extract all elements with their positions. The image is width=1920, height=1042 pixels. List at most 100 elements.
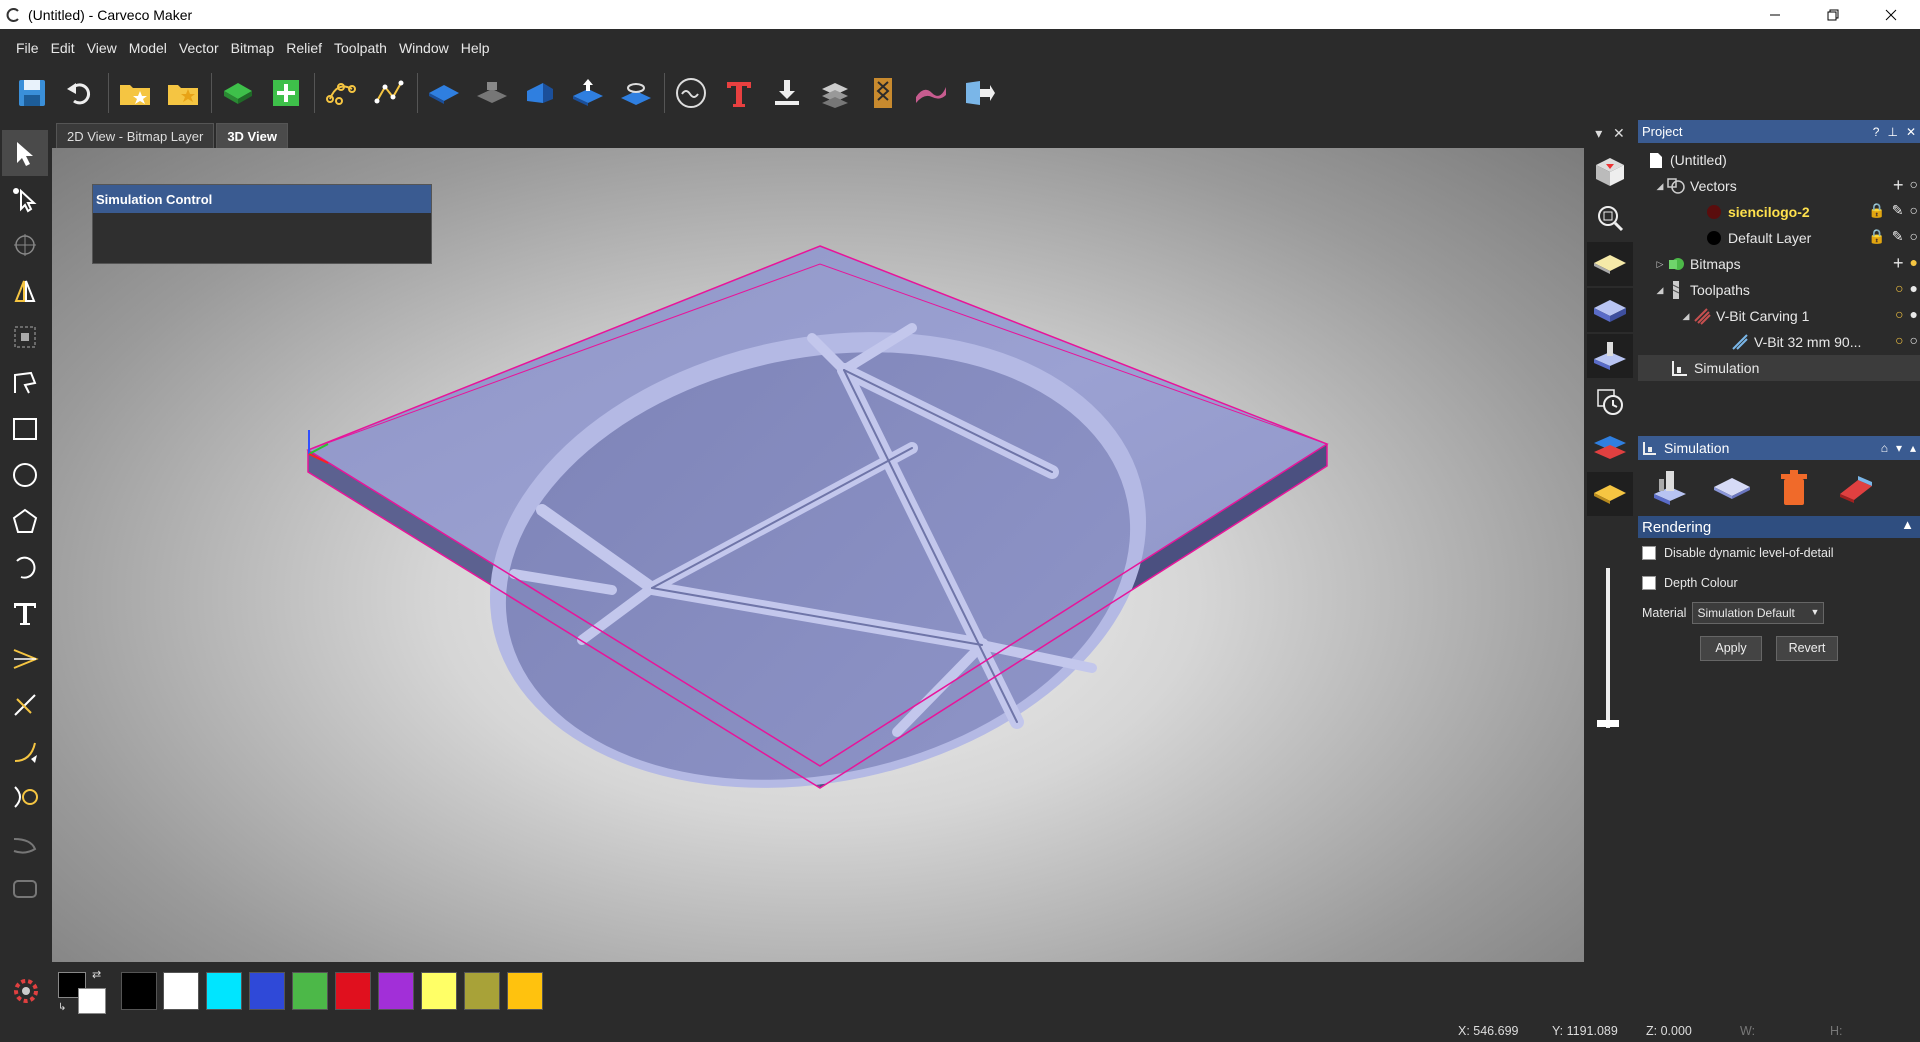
close-button[interactable]	[1862, 0, 1920, 29]
depth-colour-checkbox[interactable]	[1642, 576, 1656, 590]
visibility-bulb-icon[interactable]: ○	[1895, 306, 1903, 322]
expand-panel-icon[interactable]: ▴	[1910, 441, 1916, 455]
pin-icon[interactable]: ⊥	[1887, 125, 1897, 139]
restore-button[interactable]	[1804, 0, 1862, 29]
expand-arrow-icon[interactable]: ◢	[1654, 181, 1666, 192]
menu-toolpath[interactable]: Toolpath	[328, 40, 393, 56]
menu-file[interactable]: File	[10, 40, 45, 56]
disable-lod-row[interactable]: Disable dynamic level-of-detail	[1638, 538, 1920, 568]
menu-model[interactable]: Model	[123, 40, 173, 56]
fillet-tool-button[interactable]	[2, 728, 48, 774]
relief-plane-button[interactable]	[424, 71, 464, 115]
tree-item-simulation[interactable]: Simulation	[1638, 355, 1920, 381]
lock-icon[interactable]: 🔒	[1868, 202, 1885, 219]
mirror-tool-button[interactable]	[2, 268, 48, 314]
open-favorite-folder-button[interactable]	[115, 71, 155, 115]
tree-item-v-bit-carving-1[interactable]: ◢ V-Bit Carving 1 ○ ●	[1638, 303, 1920, 329]
toolpath-calc-button[interactable]	[671, 71, 711, 115]
visibility-bulb-icon[interactable]: ○	[1910, 202, 1918, 219]
tree-item-toolpaths[interactable]: ◢ Toolpaths ○ ●	[1638, 277, 1920, 303]
menu-help[interactable]: Help	[455, 40, 496, 56]
relief-layer-button[interactable]	[472, 71, 512, 115]
reset-colors-icon[interactable]: ↳	[58, 1002, 66, 1013]
swatch-blue[interactable]	[249, 972, 285, 1010]
visibility-bulb-icon[interactable]: ○	[1910, 176, 1918, 194]
apply-button[interactable]: Apply	[1700, 635, 1762, 661]
curve-tool-button[interactable]	[2, 820, 48, 866]
view-toolpath-block-button[interactable]	[1587, 334, 1633, 378]
palette-settings-button[interactable]	[8, 972, 44, 1010]
swatch-cyan[interactable]	[206, 972, 242, 1010]
view-blue-block-button[interactable]	[1587, 288, 1633, 332]
group-tool-button[interactable]	[2, 314, 48, 360]
swatch-black[interactable]	[121, 972, 157, 1010]
relief-extrude-button[interactable]	[520, 71, 560, 115]
menu-relief[interactable]: Relief	[280, 40, 328, 56]
expand-arrow-icon[interactable]: ◢	[1654, 285, 1666, 296]
visibility-bulb-icon[interactable]: ○	[1910, 228, 1918, 245]
disable-lod-checkbox[interactable]	[1642, 546, 1656, 560]
visibility-bulb-icon[interactable]: ○	[1895, 280, 1903, 296]
foreground-background-swatch[interactable]: ⇄ ↳	[56, 968, 110, 1016]
select-tool-button[interactable]	[2, 130, 48, 176]
circle-tool-button[interactable]	[2, 452, 48, 498]
view-time-button[interactable]	[1587, 380, 1633, 424]
swatch-purple[interactable]	[378, 972, 414, 1010]
layers-toolpath-button[interactable]	[815, 71, 855, 115]
background-color[interactable]	[78, 988, 106, 1014]
node-edit-button[interactable]	[321, 71, 361, 115]
edit-layer-icon[interactable]: ✎	[1892, 228, 1904, 245]
visibility-bulb-icon[interactable]: ○	[1895, 332, 1903, 348]
menu-window[interactable]: Window	[393, 40, 455, 56]
swap-colors-icon[interactable]: ⇄	[92, 968, 101, 981]
relief-raise-button[interactable]	[568, 71, 608, 115]
collapse-icon[interactable]: ▾	[1896, 441, 1902, 455]
tree-item-default-layer[interactable]: Default Layer 🔒 ✎ ○	[1638, 225, 1920, 251]
reset-simulation-button[interactable]	[1834, 466, 1878, 510]
swatch-white[interactable]	[163, 972, 199, 1010]
swatch-gold[interactable]	[507, 972, 543, 1010]
menu-edit[interactable]: Edit	[45, 40, 81, 56]
expand-arrow-icon[interactable]: ◢	[1680, 311, 1692, 322]
visibility-bulb-on-icon[interactable]: ●	[1910, 254, 1918, 272]
transform-tool-button[interactable]	[2, 222, 48, 268]
lock-icon[interactable]: 🔒	[1868, 228, 1885, 245]
extend-tool-button[interactable]	[2, 774, 48, 820]
visibility-bulb-icon[interactable]: ○	[1910, 332, 1918, 348]
collapsed-arrow-icon[interactable]: ▷	[1654, 259, 1666, 270]
menu-bitmap[interactable]: Bitmap	[225, 40, 281, 56]
revert-button[interactable]: Revert	[1776, 635, 1838, 661]
import-model-button[interactable]	[218, 71, 258, 115]
export-toolpath-button[interactable]	[959, 71, 999, 115]
polyline-button[interactable]	[369, 71, 409, 115]
add-vector-layer-icon[interactable]: +	[1893, 176, 1904, 194]
swatch-red[interactable]	[335, 972, 371, 1010]
save-button[interactable]	[12, 71, 52, 115]
dropdown-triangle-icon[interactable]: ▾	[1595, 126, 1602, 142]
vbit-toolpath-button[interactable]	[863, 71, 903, 115]
relief-wrap-button[interactable]	[616, 71, 656, 115]
tree-item-bitmaps[interactable]: ▷ Bitmaps + ●	[1638, 251, 1920, 277]
node-select-tool-button[interactable]	[2, 176, 48, 222]
arc-tool-button[interactable]	[2, 544, 48, 590]
undo-button[interactable]	[60, 71, 100, 115]
home-icon[interactable]: ⌂	[1881, 441, 1888, 455]
download-toolpath-button[interactable]	[767, 71, 807, 115]
rounded-rect-tool-button[interactable]	[2, 866, 48, 912]
add-bitmap-icon[interactable]: +	[1893, 254, 1904, 272]
tree-item-v-bit-32mm[interactable]: V-Bit 32 mm 90... ○ ○	[1638, 329, 1920, 355]
add-button[interactable]	[266, 71, 306, 115]
help-icon[interactable]: ?	[1873, 125, 1880, 139]
zoom-extents-button[interactable]	[1587, 196, 1633, 240]
tree-item-siencilogo-2[interactable]: siencilogo-2 🔒 ✎ ○	[1638, 199, 1920, 225]
simulate-toolpath-button[interactable]	[1648, 466, 1692, 510]
minimize-button[interactable]	[1746, 0, 1804, 29]
text-tool-left-button[interactable]	[2, 590, 48, 636]
open-folder-star-button[interactable]	[163, 71, 203, 115]
edit-layer-icon[interactable]: ✎	[1892, 202, 1904, 219]
view-layers-button[interactable]	[1587, 426, 1633, 470]
close-panel-icon[interactable]: ✕	[1906, 125, 1916, 139]
menu-vector[interactable]: Vector	[173, 40, 225, 56]
simulation-block-button[interactable]	[1710, 466, 1754, 510]
collapse-section-icon[interactable]: ▲	[1901, 517, 1914, 532]
